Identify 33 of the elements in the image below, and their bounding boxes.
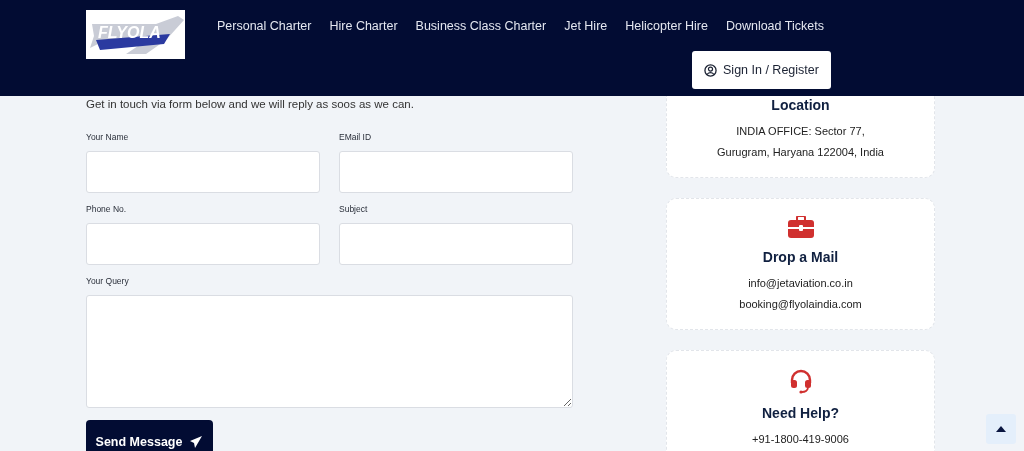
back-to-top-button[interactable] [986, 414, 1016, 444]
nav-link[interactable]: Download Tickets [725, 19, 824, 33]
field-label: EMail ID [339, 132, 373, 142]
card-text: +91-1800-419-9006 [752, 432, 849, 447]
nav-link[interactable]: Helicopter Hire [625, 19, 708, 33]
caret-up-icon [996, 426, 1006, 432]
field-label: Subject [339, 204, 369, 214]
field-label: Your Query [86, 276, 130, 286]
card-title: Drop a Mail [762, 249, 839, 265]
sign-in-button[interactable]: Sign In / Register [692, 51, 831, 89]
nav-link[interactable]: Personal Charter [217, 19, 312, 33]
nav-link[interactable]: Business Class Charter [415, 19, 547, 33]
card-text: booking@flyolaindia.com [739, 297, 862, 312]
briefcase-icon [787, 216, 814, 238]
intro-text: Get in touch via form below and we will reply as soos as we can. [86, 98, 415, 110]
user-icon [704, 63, 717, 77]
logo-text: FLYOLA [98, 24, 161, 42]
nav-link[interactable]: Hire Charter [329, 19, 398, 33]
card-text: info@jetaviation.co.in [748, 276, 853, 291]
field-label: Your Name [86, 132, 130, 142]
input-field[interactable] [339, 223, 573, 265]
input-field[interactable] [339, 151, 573, 193]
input-field[interactable] [86, 223, 320, 265]
query-field[interactable] [86, 295, 573, 408]
input-field[interactable] [86, 151, 320, 193]
card-title: Need Help? [762, 405, 839, 421]
field-label: Phone No. [86, 204, 128, 214]
card-text: Gurugram, Haryana 122004, India [717, 145, 884, 160]
send-icon [189, 434, 204, 449]
card-title: Location [771, 97, 830, 113]
send-button[interactable]: Send Message [86, 420, 213, 451]
nav-link[interactable]: Jet Hire [564, 19, 608, 33]
card-text: INDIA OFFICE: Sector 77, [736, 124, 865, 139]
